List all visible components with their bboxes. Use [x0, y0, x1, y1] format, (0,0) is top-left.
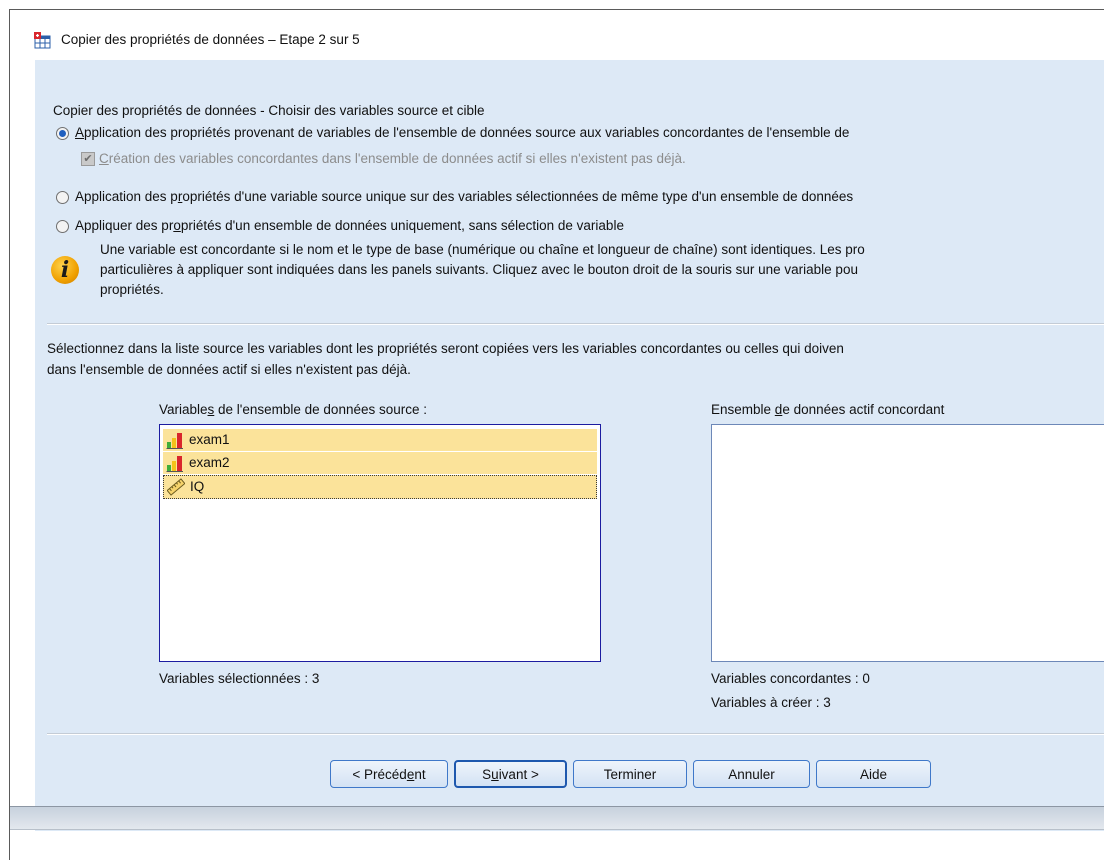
scale-ruler-icon: [167, 478, 185, 496]
info-line-1: Une variable est concordante si le nom e…: [100, 242, 865, 257]
info-line-3: propriétés.: [100, 282, 164, 297]
target-list-label: Ensemble de données actif concordant: [711, 402, 945, 417]
next-button[interactable]: Suivant >: [454, 760, 567, 788]
list-item[interactable]: IQ: [163, 475, 597, 499]
radio-single-source-label[interactable]: Application des propriétés d'une variabl…: [75, 189, 853, 204]
background-window-strip: [10, 806, 1104, 830]
radio-dataset-only-label[interactable]: Appliquer des propriétés d'un ensemble d…: [75, 218, 624, 233]
list-item-label: exam1: [189, 432, 230, 447]
source-variables-list[interactable]: exam1 exam2 IQ: [159, 424, 601, 662]
radio-dataset-only[interactable]: [56, 220, 69, 233]
info-line-2: particulières à appliquer sont indiquées…: [100, 262, 858, 277]
cancel-button[interactable]: Annuler: [693, 760, 810, 788]
list-item-label: IQ: [190, 479, 205, 494]
ordinal-bar-icon: [166, 433, 183, 449]
help-button[interactable]: Aide: [816, 760, 931, 788]
list-item[interactable]: exam2: [163, 452, 597, 474]
finish-button[interactable]: Terminer: [573, 760, 687, 788]
to-create-count: Variables à créer : 3: [711, 695, 831, 710]
dialog-body: Copier des propriétés de données - Chois…: [35, 60, 1104, 831]
instruction-line-2: dans l'ensemble de données actif si elle…: [47, 362, 411, 377]
list-item[interactable]: exam1: [163, 429, 597, 451]
table-copy-icon: [34, 32, 51, 49]
title-bar: Copier des propriétés de données – Etape…: [10, 10, 1104, 60]
instruction-line-1: Sélectionnez dans la liste source les va…: [47, 341, 844, 356]
list-item-label: exam2: [189, 455, 230, 470]
radio-single-source[interactable]: [56, 191, 69, 204]
selected-count: Variables sélectionnées : 3: [159, 671, 320, 686]
matching-count: Variables concordantes : 0: [711, 671, 870, 686]
create-matching-label: Création des variables concordantes dans…: [99, 151, 686, 166]
previous-button[interactable]: < Précédent: [330, 760, 448, 788]
window-title: Copier des propriétés de données – Etape…: [61, 32, 360, 47]
radio-apply-matching-label[interactable]: Application des propriétés provenant de …: [75, 125, 849, 140]
info-icon: i: [51, 256, 79, 284]
dialog-window: Copier des propriétés de données – Etape…: [9, 9, 1104, 860]
radio-apply-matching[interactable]: [56, 127, 69, 140]
source-list-label: Variables de l'ensemble de données sourc…: [159, 402, 427, 417]
create-matching-checkbox[interactable]: ✔: [81, 152, 95, 166]
divider-top: [47, 323, 1104, 325]
ordinal-bar-icon: [166, 456, 183, 472]
divider-bottom: [47, 733, 1104, 735]
target-variables-list[interactable]: [711, 424, 1104, 662]
section-heading: Copier des propriétés de données - Chois…: [53, 103, 485, 118]
